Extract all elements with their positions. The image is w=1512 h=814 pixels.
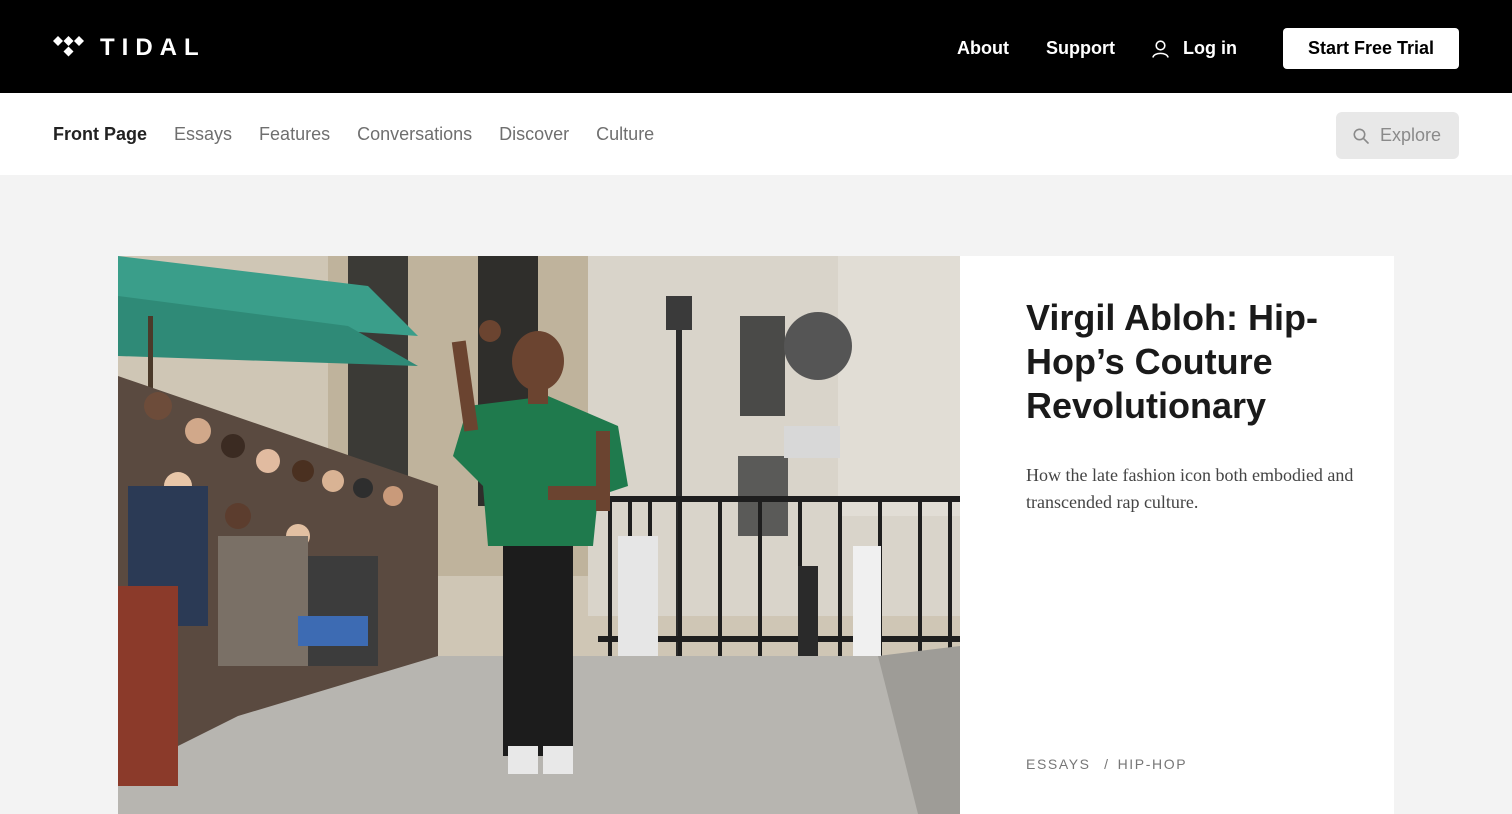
article-dek: How the late fashion icon both embodied … [1026,465,1354,512]
tag-genre[interactable]: HIP-HOP [1118,756,1188,772]
nav-login-link[interactable]: Log in [1152,38,1237,59]
explore-label: Explore [1380,125,1442,145]
explore-search-button[interactable]: Explore [1336,112,1459,159]
article-hero-image[interactable] [118,256,960,814]
tab-conversations[interactable]: Conversations [357,124,472,145]
section-tabs: Front Page Essays Features Conversations… [53,93,681,175]
start-free-trial-button[interactable]: Start Free Trial [1283,28,1459,69]
search-icon [1353,128,1369,144]
tab-culture[interactable]: Culture [596,124,654,145]
tidal-logo[interactable]: TIDAL [53,36,206,60]
featured-article-card[interactable]: Virgil Abloh: Hip-Hop’s Couture Revoluti… [118,256,1394,814]
nav-about-link[interactable]: About [957,38,1009,59]
section-nav: Front Page Essays Features Conversations… [0,93,1512,175]
top-navbar: TIDAL About Support Log in Start Free Tr… [0,0,1512,93]
login-label: Log in [1183,38,1237,58]
nav-support-link[interactable]: Support [1046,38,1115,59]
tab-essays[interactable]: Essays [174,124,232,145]
logo-wordmark: TIDAL [100,34,206,61]
user-icon [1152,39,1169,58]
tab-front-page[interactable]: Front Page [53,124,147,145]
top-nav-links: About Support Log in Start Free Trial [957,28,1459,69]
article-headline[interactable]: Virgil Abloh: Hip-Hop’s Couture Revoluti… [1026,296,1356,428]
tidal-diamonds-icon [53,36,84,57]
article-tags: ESSAYS / HIP-HOP [1026,756,1195,772]
tab-features[interactable]: Features [259,124,330,145]
article-text-panel: Virgil Abloh: Hip-Hop’s Couture Revoluti… [1026,296,1356,516]
tag-category[interactable]: ESSAYS [1026,756,1091,772]
tab-discover[interactable]: Discover [499,124,569,145]
tag-separator: / [1104,756,1110,772]
